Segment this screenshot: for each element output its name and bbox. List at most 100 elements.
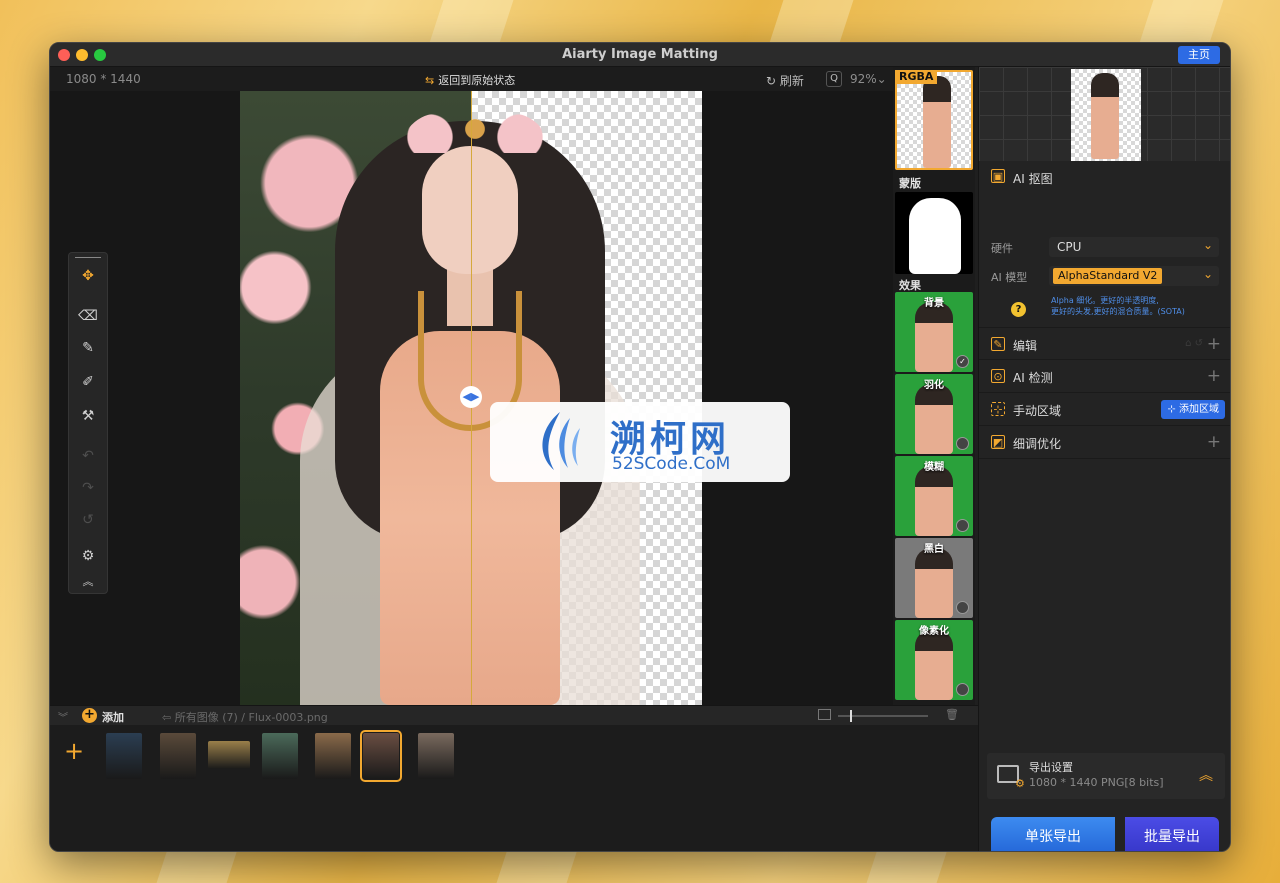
edit-title: 编辑 [1013, 339, 1038, 353]
ai-detect-icon: ⊙ [991, 369, 1005, 383]
mask-silhouette [909, 198, 961, 274]
effect-figure [915, 630, 953, 700]
hardware-value: CPU [1057, 240, 1082, 254]
manual-area-icon: ⊹ [991, 402, 1005, 416]
effect-name: 像素化 [919, 626, 949, 637]
reset-icon[interactable]: ↺ [77, 509, 99, 531]
ai-model-label: AI 模型 [991, 271, 1028, 284]
add-button[interactable]: 添加 [102, 709, 124, 725]
image-size-icon [818, 709, 831, 720]
help-icon[interactable]: ? [1011, 302, 1026, 317]
filmstrip-thumbnail-warrior[interactable] [160, 733, 196, 779]
hardware-select[interactable]: CPU ⌄ [1049, 237, 1219, 257]
plus-icon[interactable]: + [1207, 334, 1221, 354]
effect-name: 黑白 [924, 544, 944, 555]
thumbnail-size-slider[interactable] [838, 710, 928, 722]
add-area-label: 添加区域 [1179, 404, 1219, 415]
filmstrip: + [50, 725, 978, 851]
refine-icon: ◩ [991, 435, 1005, 449]
split-handle-icon[interactable]: ◀▶ [460, 386, 482, 408]
home-button[interactable]: 主页 [1178, 46, 1220, 64]
title-bar: Aiarty Image Matting 主页 [50, 43, 1230, 67]
refresh-label: 刷新 [779, 74, 804, 88]
watermark: 溯柯网 52SCode.CoM [490, 402, 790, 482]
collapse-up-icon[interactable]: ︽ [77, 571, 99, 593]
watermark-logo-icon [542, 412, 580, 470]
filmstrip-thumbnail-jellyfish[interactable] [106, 733, 142, 779]
effect-figure [915, 466, 953, 536]
chevron-down-icon: ⌄ [876, 72, 887, 86]
reset-original-button[interactable]: ⇆ 返回到原始状态 [425, 72, 515, 88]
redo-icon[interactable]: ↷ [77, 477, 99, 499]
chevron-down-icon: ⌄ [1202, 238, 1213, 252]
mask-thumbnail[interactable] [895, 192, 973, 274]
collapse-icon[interactable]: ︾ [58, 709, 68, 724]
hardware-label: 硬件 [991, 242, 1013, 255]
settings-panel: ▣ AI 抠图 硬件 CPU ⌄ AI 模型 AlphaStandard V2 … [978, 67, 1230, 851]
filmstrip-thumbnail-bicycle[interactable] [208, 741, 250, 769]
effect-thumbnail[interactable]: 模糊 [895, 456, 973, 536]
refine-section[interactable]: ◩ 细调优化 + [979, 426, 1230, 459]
effect-thumbnail[interactable]: 羽化 [895, 374, 973, 454]
window-title: Aiarty Image Matting [562, 47, 718, 62]
eraser-tool-icon[interactable]: ⌫ [77, 305, 99, 327]
effect-thumbnail[interactable]: 黑白 [895, 538, 973, 618]
ai-matting-title: AI 抠图 [1013, 172, 1053, 186]
chevron-up-icon[interactable]: ︽ [1199, 765, 1213, 785]
toggle-icon[interactable] [956, 683, 969, 696]
brush-tool-icon[interactable]: ✎ [77, 337, 99, 359]
check-icon[interactable]: ✓ [956, 355, 969, 368]
rgba-thumbnail[interactable] [895, 70, 973, 170]
slider-knob[interactable] [850, 710, 852, 722]
filmstrip-thumbnail-woman-flowers[interactable] [315, 733, 351, 779]
export-settings[interactable]: ⚙ 导出设置 1080 * 1440 PNG[8 bits] ︽ [987, 753, 1225, 799]
canvas-area: 1080 * 1440 ⇆ 返回到原始状态 ↻ 刷新 Q 92%⌄ ◀▶ ✥ ⌫ … [50, 67, 893, 705]
refine-title: 细调优化 [1013, 437, 1062, 451]
ai-model-select[interactable]: AlphaStandard V2 ⌄ [1049, 266, 1219, 286]
image-path-breadcrumb[interactable]: ⇦ 所有图像 (7) / Flux-0003.png [162, 709, 328, 725]
manual-area-section: ⊹ 手动区域 ⊹ 添加区域 [979, 393, 1230, 426]
output-thumbnails: RGBA 蒙版 效果 背景 ✓ 羽化 模糊 黑白 像素化 [893, 67, 975, 705]
effect-thumbnail[interactable]: 像素化 [895, 620, 973, 700]
image-dimensions: 1080 * 1440 [66, 72, 141, 86]
edit-section[interactable]: ✎ 编辑 ⌂ ↺ + [979, 327, 1230, 360]
zoom-level[interactable]: 92%⌄ [850, 72, 887, 86]
paint-roller-icon[interactable]: ⚒ [77, 405, 99, 427]
filmstrip-thumbnail-woman-lace[interactable] [360, 730, 402, 782]
mask-label: 蒙版 [899, 177, 921, 190]
plus-icon[interactable]: + [1207, 366, 1221, 386]
model-note-line2: 更好的头发,更好的混合质量。(SOTA) [1051, 307, 1185, 316]
tool-palette: ✥ ⌫ ✎ ✐ ⚒ ↶ ↷ ↺ ⚙ ︽ [68, 252, 108, 594]
effect-name: 羽化 [924, 380, 944, 391]
add-area-button[interactable]: ⊹ 添加区域 [1161, 400, 1225, 419]
settings-icon[interactable]: ⚙ [77, 545, 99, 567]
ai-detect-section[interactable]: ⊙ AI 检测 + [979, 360, 1230, 393]
canvas-toolbar: 1080 * 1440 ⇆ 返回到原始状态 ↻ 刷新 Q 92%⌄ [50, 67, 893, 91]
refresh-button[interactable]: ↻ 刷新 [766, 72, 804, 89]
export-settings-title: 导出设置 [1029, 761, 1073, 774]
filmstrip-thumbnail-woman-portrait[interactable] [418, 733, 454, 779]
zoom-icon[interactable]: Q [826, 71, 842, 87]
toggle-icon[interactable] [956, 519, 969, 532]
add-icon[interactable]: + [82, 708, 97, 723]
zoom-value: 92% [850, 72, 877, 86]
single-export-button[interactable]: 单张导出 [991, 817, 1115, 851]
rgba-label: RGBA [895, 70, 938, 84]
toggle-icon[interactable] [956, 437, 969, 450]
batch-export-button[interactable]: 批量导出 [1125, 817, 1219, 851]
restore-brush-icon[interactable]: ✐ [77, 371, 99, 393]
plus-icon[interactable]: + [1207, 432, 1221, 452]
effect-thumbnail[interactable]: 背景 ✓ [895, 292, 973, 372]
edit-icon: ✎ [991, 337, 1005, 351]
move-tool-icon[interactable]: ✥ [77, 265, 99, 287]
image-list-bar: ︾ + 添加 ⇦ 所有图像 (7) / Flux-0003.png 🗑 [50, 705, 978, 725]
undo-icon[interactable]: ↶ [77, 445, 99, 467]
add-image-icon[interactable]: + [64, 737, 84, 765]
filmstrip-thumbnail-red-dress[interactable] [262, 733, 298, 779]
effect-figure [915, 548, 953, 618]
image-canvas[interactable]: ◀▶ [240, 91, 702, 705]
trash-icon[interactable]: 🗑 [945, 708, 959, 721]
gear-icon: ⚙ [1015, 777, 1025, 790]
model-note-line1: Alpha 细化。更好的半透明度, [1051, 296, 1159, 305]
toggle-icon[interactable] [956, 601, 969, 614]
